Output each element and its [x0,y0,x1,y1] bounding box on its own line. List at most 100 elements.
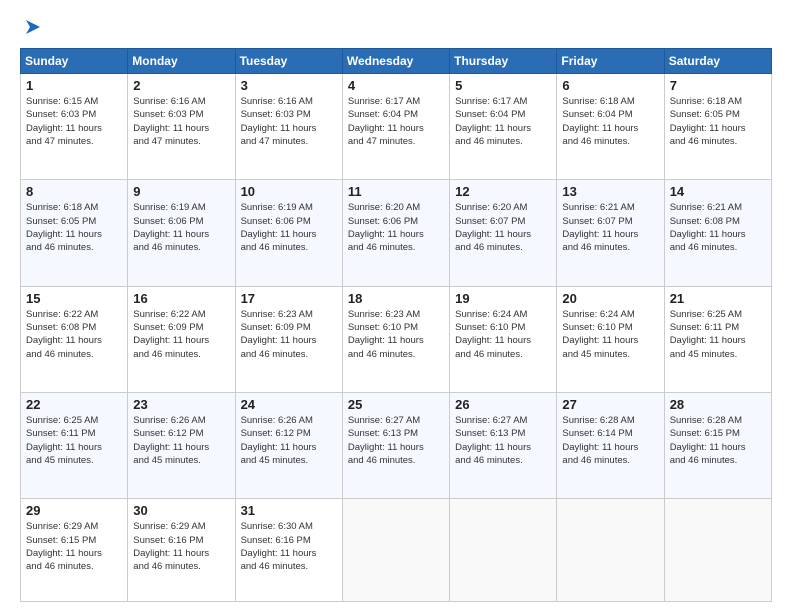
day-info: Sunrise: 6:28 AMSunset: 6:15 PMDaylight:… [670,414,766,467]
calendar-header-row: SundayMondayTuesdayWednesdayThursdayFrid… [21,49,772,74]
day-info: Sunrise: 6:17 AMSunset: 6:04 PMDaylight:… [348,95,444,148]
calendar-week-row-1: 1 Sunrise: 6:15 AMSunset: 6:03 PMDaylight… [21,74,772,180]
day-number: 23 [133,397,229,412]
calendar-cell: 27 Sunrise: 6:28 AMSunset: 6:14 PMDayligh… [557,392,664,498]
day-number: 6 [562,78,658,93]
calendar-header-friday: Friday [557,49,664,74]
day-number: 13 [562,184,658,199]
calendar-cell: 14 Sunrise: 6:21 AMSunset: 6:08 PMDayligh… [664,180,771,286]
calendar-header-tuesday: Tuesday [235,49,342,74]
day-number: 1 [26,78,122,93]
calendar-cell: 2 Sunrise: 6:16 AMSunset: 6:03 PMDaylight… [128,74,235,180]
day-info: Sunrise: 6:16 AMSunset: 6:03 PMDaylight:… [133,95,229,148]
calendar-cell: 20 Sunrise: 6:24 AMSunset: 6:10 PMDayligh… [557,286,664,392]
calendar-cell: 3Sunrise: 6:16 AMSunset: 6:03 PMDaylight… [235,74,342,180]
day-number: 25 [348,397,444,412]
calendar-cell: 10 Sunrise: 6:19 AMSunset: 6:06 PMDayligh… [235,180,342,286]
day-number: 9 [133,184,229,199]
calendar-cell: 15 Sunrise: 6:22 AMSunset: 6:08 PMDayligh… [21,286,128,392]
day-info: Sunrise: 6:23 AMSunset: 6:10 PMDaylight:… [348,308,444,361]
logo [20,16,44,38]
calendar-cell: 7 Sunrise: 6:18 AMSunset: 6:05 PMDaylight… [664,74,771,180]
calendar-cell: 16 Sunrise: 6:22 AMSunset: 6:09 PMDayligh… [128,286,235,392]
day-info: Sunrise: 6:23 AMSunset: 6:09 PMDaylight:… [241,308,337,361]
day-number: 14 [670,184,766,199]
day-number: 16 [133,291,229,306]
day-info: Sunrise: 6:18 AMSunset: 6:05 PMDaylight:… [670,95,766,148]
logo-arrow-icon [22,16,44,38]
calendar-header-monday: Monday [128,49,235,74]
calendar-cell: 8Sunrise: 6:18 AMSunset: 6:05 PMDaylight… [21,180,128,286]
calendar-cell: 18 Sunrise: 6:23 AMSunset: 6:10 PMDayligh… [342,286,449,392]
day-info: Sunrise: 6:24 AMSunset: 6:10 PMDaylight:… [562,308,658,361]
calendar-cell: 12Sunrise: 6:20 AMSunset: 6:07 PMDayligh… [450,180,557,286]
day-info: Sunrise: 6:22 AMSunset: 6:09 PMDaylight:… [133,308,229,361]
day-info: Sunrise: 6:25 AMSunset: 6:11 PMDaylight:… [26,414,122,467]
day-info: Sunrise: 6:28 AMSunset: 6:14 PMDaylight:… [562,414,658,467]
calendar-cell [342,499,449,602]
day-number: 7 [670,78,766,93]
day-info: Sunrise: 6:27 AMSunset: 6:13 PMDaylight:… [455,414,551,467]
calendar-cell: 28 Sunrise: 6:28 AMSunset: 6:15 PMDayligh… [664,392,771,498]
day-info: Sunrise: 6:21 AMSunset: 6:08 PMDaylight:… [670,201,766,254]
day-info: Sunrise: 6:17 AMSunset: 6:04 PMDaylight:… [455,95,551,148]
day-info: Sunrise: 6:30 AMSunset: 6:16 PMDaylight:… [241,520,337,573]
day-info: Sunrise: 6:26 AMSunset: 6:12 PMDaylight:… [133,414,229,467]
day-number: 26 [455,397,551,412]
day-info: Sunrise: 6:15 AMSunset: 6:03 PMDaylight:… [26,95,122,148]
day-info: Sunrise: 6:21 AMSunset: 6:07 PMDaylight:… [562,201,658,254]
calendar-header-wednesday: Wednesday [342,49,449,74]
calendar-cell [450,499,557,602]
day-info: Sunrise: 6:26 AMSunset: 6:12 PMDaylight:… [241,414,337,467]
day-number: 19 [455,291,551,306]
page: SundayMondayTuesdayWednesdayThursdayFrid… [0,0,792,612]
calendar-header-thursday: Thursday [450,49,557,74]
calendar-cell: 23 Sunrise: 6:26 AMSunset: 6:12 PMDayligh… [128,392,235,498]
calendar-header-sunday: Sunday [21,49,128,74]
day-number: 31 [241,503,337,518]
calendar-week-row-5: 29Sunrise: 6:29 AMSunset: 6:15 PMDayligh… [21,499,772,602]
calendar-header-saturday: Saturday [664,49,771,74]
day-info: Sunrise: 6:24 AMSunset: 6:10 PMDaylight:… [455,308,551,361]
calendar-cell [664,499,771,602]
day-number: 21 [670,291,766,306]
calendar-cell [557,499,664,602]
day-info: Sunrise: 6:29 AMSunset: 6:15 PMDaylight:… [26,520,122,573]
day-number: 15 [26,291,122,306]
day-number: 2 [133,78,229,93]
calendar-week-row-3: 15 Sunrise: 6:22 AMSunset: 6:08 PMDayligh… [21,286,772,392]
calendar-cell: 11Sunrise: 6:20 AMSunset: 6:06 PMDayligh… [342,180,449,286]
calendar-cell: 13 Sunrise: 6:21 AMSunset: 6:07 PMDayligh… [557,180,664,286]
day-number: 17 [241,291,337,306]
calendar-cell: 21 Sunrise: 6:25 AMSunset: 6:11 PMDayligh… [664,286,771,392]
day-info: Sunrise: 6:19 AMSunset: 6:06 PMDaylight:… [241,201,337,254]
header [20,16,772,38]
day-number: 28 [670,397,766,412]
calendar-week-row-4: 22 Sunrise: 6:25 AMSunset: 6:11 PMDayligh… [21,392,772,498]
day-info: Sunrise: 6:18 AMSunset: 6:04 PMDaylight:… [562,95,658,148]
calendar-cell: 30 Sunrise: 6:29 AMSunset: 6:16 PMDayligh… [128,499,235,602]
day-number: 5 [455,78,551,93]
day-number: 11 [348,184,444,199]
day-info: Sunrise: 6:22 AMSunset: 6:08 PMDaylight:… [26,308,122,361]
day-number: 20 [562,291,658,306]
calendar-cell: 1 Sunrise: 6:15 AMSunset: 6:03 PMDaylight… [21,74,128,180]
day-number: 24 [241,397,337,412]
day-number: 22 [26,397,122,412]
day-number: 8 [26,184,122,199]
day-info: Sunrise: 6:29 AMSunset: 6:16 PMDaylight:… [133,520,229,573]
calendar-cell: 19 Sunrise: 6:24 AMSunset: 6:10 PMDayligh… [450,286,557,392]
calendar-cell: 26 Sunrise: 6:27 AMSunset: 6:13 PMDayligh… [450,392,557,498]
day-number: 10 [241,184,337,199]
day-number: 30 [133,503,229,518]
calendar-cell: 22 Sunrise: 6:25 AMSunset: 6:11 PMDayligh… [21,392,128,498]
calendar-cell: 25Sunrise: 6:27 AMSunset: 6:13 PMDayligh… [342,392,449,498]
day-info: Sunrise: 6:20 AMSunset: 6:07 PMDaylight:… [455,201,551,254]
day-number: 27 [562,397,658,412]
calendar-cell: 6 Sunrise: 6:18 AMSunset: 6:04 PMDaylight… [557,74,664,180]
day-number: 18 [348,291,444,306]
logo-line [20,16,44,38]
day-info: Sunrise: 6:25 AMSunset: 6:11 PMDaylight:… [670,308,766,361]
calendar-cell: 9Sunrise: 6:19 AMSunset: 6:06 PMDaylight… [128,180,235,286]
calendar-week-row-2: 8Sunrise: 6:18 AMSunset: 6:05 PMDaylight… [21,180,772,286]
